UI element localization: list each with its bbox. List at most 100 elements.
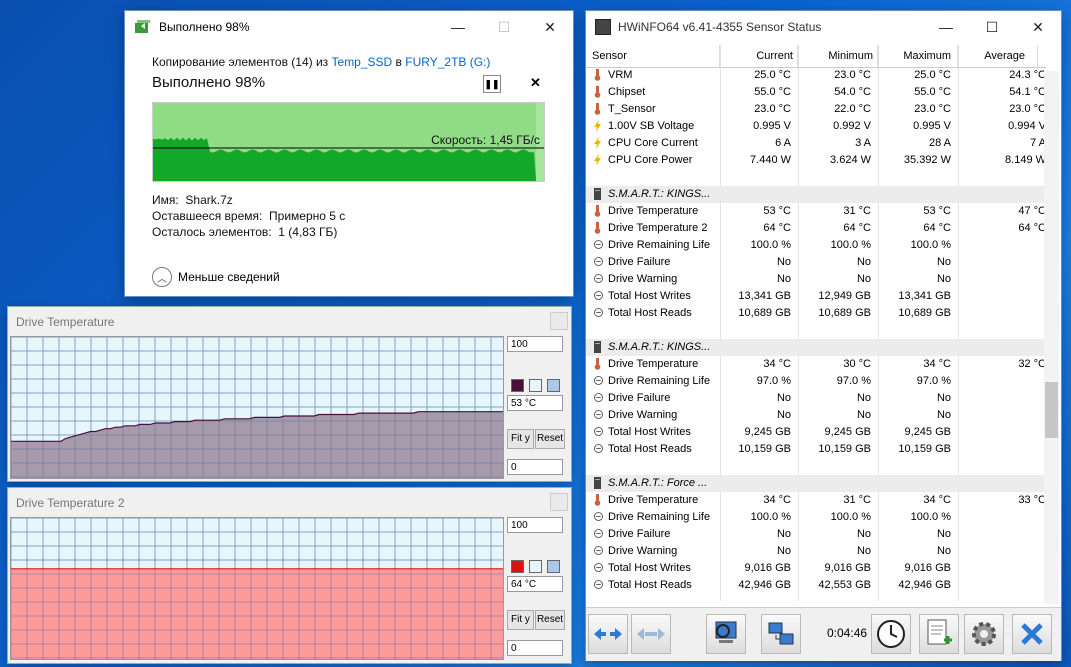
thermometer-icon: [594, 69, 601, 81]
sensor-row[interactable]: CPU Core Current 6 A3 A 28 A7 A: [586, 135, 1046, 152]
max-value-box[interactable]: 100: [507, 336, 563, 352]
close-button[interactable]: ✕: [527, 11, 573, 43]
maximum-value: No: [936, 256, 951, 268]
sensor-row[interactable]: Total Host Writes 9,245 GB 9,245 GB 9,245 G…: [586, 424, 1046, 441]
line-color-swatch[interactable]: [511, 560, 524, 573]
reset-button[interactable]: Reset: [535, 429, 565, 449]
sensor-row[interactable]: Drive Temperature 34 °C 31 °C 34 °C 33 °C: [586, 492, 1046, 509]
maximum-value: No: [936, 528, 951, 540]
sensor-row[interactable]: Drive Failure No No No: [586, 254, 1046, 271]
fit-y-button[interactable]: Fit y: [507, 429, 534, 449]
sensor-row[interactable]: CPU Core Power 7.440 W 3.624 W 35.392 W 8.14…: [586, 152, 1046, 169]
sensor-row[interactable]: Chipset 55.0 °C 54.0 °C 55.0 °C 54.1 °C: [586, 84, 1046, 101]
sensor-row[interactable]: Drive Temperature 34 °C 30 °C 34 °C 32 °C: [586, 356, 1046, 373]
sensor-row[interactable]: Drive Remaining Life 100.0 % 100.0 % 100.0 …: [586, 237, 1046, 254]
reset-button[interactable]: Reset: [535, 610, 565, 630]
column-sensor[interactable]: Sensor: [586, 45, 720, 67]
vertical-scrollbar[interactable]: [1044, 71, 1059, 604]
background-color-swatch[interactable]: [529, 379, 542, 392]
fit-y-button[interactable]: Fit y: [507, 610, 534, 630]
graph-title: Drive Temperature 2: [16, 496, 125, 510]
close-hwinfo-button[interactable]: [1012, 614, 1052, 654]
sensor-row[interactable]: Drive Remaining Life 97.0 % 97.0 % 97.0 %: [586, 373, 1046, 390]
pause-button[interactable]: ❚❚: [483, 75, 501, 93]
sensor-row[interactable]: Drive Warning No No No: [586, 271, 1046, 288]
sensor-row[interactable]: Drive Temperature 53 °C 31 °C 53 °C 47 °C: [586, 203, 1046, 220]
sensor-row[interactable]: VRM 25.0 °C 23.0 °C 25.0 °C 24.3 °C: [586, 67, 1046, 84]
maximize-button[interactable]: ☐: [969, 11, 1015, 43]
column-header: Sensor Current Minimum Maximum Average: [586, 45, 1046, 68]
sensor-row[interactable]: [586, 458, 1046, 475]
sensor-settings-button[interactable]: [706, 614, 746, 654]
sensor-name: Total Host Writes: [608, 290, 691, 302]
sensor-row[interactable]: Drive Remaining Life 100.0 % 100.0 % 100.0 …: [586, 509, 1046, 526]
current-value: 0.995 V: [753, 120, 791, 132]
current-value: 42,946 GB: [738, 579, 791, 591]
cancel-button[interactable]: ✕: [530, 75, 541, 91]
minimum-value: No: [856, 273, 871, 285]
sensor-name: 1.00V SB Voltage: [608, 120, 695, 132]
min-value-box[interactable]: 0: [507, 640, 563, 656]
switch-layout-button[interactable]: [588, 614, 628, 654]
maximum-value: 100.0 %: [910, 511, 951, 523]
copy-prefix: Копирование элементов (14) из: [152, 55, 332, 69]
sensor-name: S.M.A.R.T.: KINGS...: [608, 341, 711, 353]
maximum-value: No: [936, 392, 951, 404]
sensor-group-row[interactable]: S.M.A.R.T.: Force ...: [586, 475, 1046, 492]
source-link[interactable]: Temp_SSD: [332, 55, 393, 69]
time-label: Оставшееся время:: [152, 209, 263, 223]
min-value-box[interactable]: 0: [507, 459, 563, 475]
minimum-value: 10,689 GB: [818, 307, 871, 319]
double-arrow-disabled-icon: [637, 628, 665, 640]
column-minimum[interactable]: Minimum: [798, 45, 878, 67]
current-value: 13,341 GB: [738, 290, 791, 302]
average-value: 32 °C: [1018, 358, 1046, 370]
grid-color-swatch[interactable]: [547, 560, 560, 573]
less-details-toggle[interactable]: ︿ Меньше сведений: [152, 267, 280, 287]
sensor-row[interactable]: [586, 322, 1046, 339]
sensor-row[interactable]: [586, 169, 1046, 186]
destination-link[interactable]: FURY_2TB (G:): [405, 55, 490, 69]
minimize-button[interactable]: —: [923, 11, 969, 43]
logging-button[interactable]: [919, 614, 959, 654]
copy-progress-dialog: Выполнено 98% — ☐ ✕ Копирование элементо…: [125, 11, 573, 296]
sensor-row[interactable]: Total Host Reads 42,946 GB 42,553 GB 42,946…: [586, 577, 1046, 594]
line-color-swatch[interactable]: [511, 379, 524, 392]
sensor-row[interactable]: Total Host Reads 10,159 GB 10,159 GB 10,159…: [586, 441, 1046, 458]
sensor-row[interactable]: Drive Failure No No No: [586, 390, 1046, 407]
settings-button[interactable]: [964, 614, 1004, 654]
column-maximum[interactable]: Maximum: [878, 45, 958, 67]
scrollbar-thumb[interactable]: [1045, 382, 1058, 438]
title-bar: HWiNFO64 v6.41-4355 Sensor Status — ☐ ✕: [586, 11, 1061, 43]
sensor-row[interactable]: Total Host Writes 9,016 GB 9,016 GB 9,016 G…: [586, 560, 1046, 577]
sensor-row[interactable]: 1.00V SB Voltage 0.995 V 0.992 V 0.995 V 0.9…: [586, 118, 1046, 135]
graph-close-button[interactable]: [550, 312, 568, 330]
minimum-value: 54.0 °C: [834, 86, 871, 98]
sensor-row[interactable]: T_Sensor 23.0 °C 22.0 °C 23.0 °C 23.0 °C: [586, 101, 1046, 118]
minimize-button[interactable]: —: [435, 11, 481, 43]
thermometer-icon: [594, 494, 601, 506]
close-button[interactable]: ✕: [1015, 11, 1061, 43]
reset-timer-button[interactable]: [871, 614, 911, 654]
graph-close-button[interactable]: [550, 493, 568, 511]
max-value-box[interactable]: 100: [507, 517, 563, 533]
switch-layout-alt-button[interactable]: [631, 614, 671, 654]
maximum-value: 9,016 GB: [904, 562, 951, 574]
sensor-row[interactable]: Total Host Reads 10,689 GB 10,689 GB 10,689…: [586, 305, 1046, 322]
grid-color-swatch[interactable]: [547, 379, 560, 392]
sensor-group-row[interactable]: S.M.A.R.T.: KINGS...: [586, 339, 1046, 356]
sensor-row[interactable]: Drive Warning No No No: [586, 543, 1046, 560]
sensor-row[interactable]: Drive Failure No No No: [586, 526, 1046, 543]
sensor-group-row[interactable]: S.M.A.R.T.: KINGS...: [586, 186, 1046, 203]
sensor-name: Drive Failure: [608, 256, 671, 268]
gauge-icon: [594, 274, 603, 283]
sensor-row[interactable]: Drive Temperature 2 64 °C 64 °C 64 °C 64 °C: [586, 220, 1046, 237]
column-current[interactable]: Current: [720, 45, 798, 67]
sensor-row[interactable]: Total Host Writes 13,341 GB 12,949 GB 13,34…: [586, 288, 1046, 305]
network-button[interactable]: [761, 614, 801, 654]
maximize-button: ☐: [497, 18, 511, 35]
background-color-swatch[interactable]: [529, 560, 542, 573]
speed-label: Скорость: 1,45 ГБ/с: [431, 133, 540, 147]
column-average[interactable]: Average: [958, 45, 1038, 67]
sensor-row[interactable]: Drive Warning No No No: [586, 407, 1046, 424]
